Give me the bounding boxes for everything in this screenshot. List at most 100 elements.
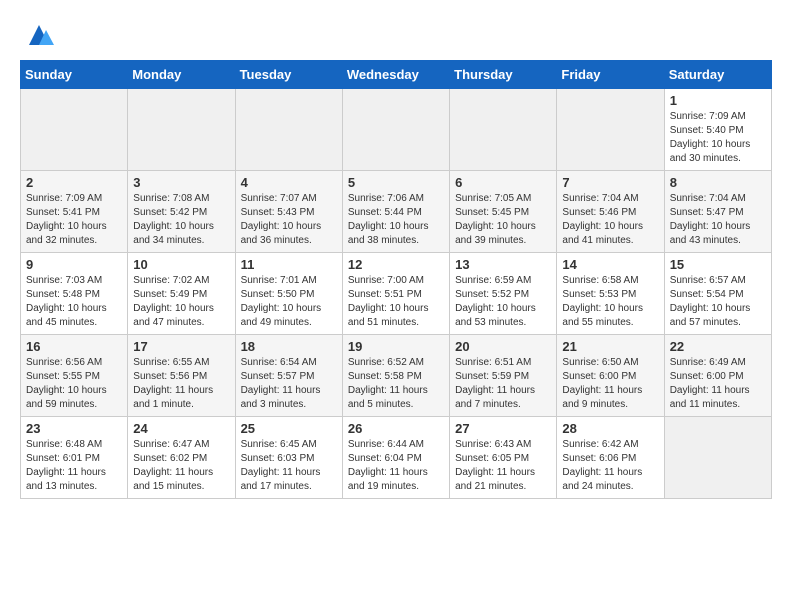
calendar-cell: 1 Sunrise: 7:09 AM Sunset: 5:40 PM Daylig… xyxy=(664,89,771,171)
weekday-header-monday: Monday xyxy=(128,61,235,89)
day-info: Sunrise: 6:54 AM Sunset: 5:57 PM Dayligh… xyxy=(241,356,337,412)
day-info: Sunrise: 7:04 AM Sunset: 5:46 PM Dayligh… xyxy=(562,192,658,248)
day-number: 25 xyxy=(241,421,337,436)
calendar-cell: 19 Sunrise: 6:52 AM Sunset: 5:58 PM Dayli… xyxy=(342,335,449,417)
calendar-cell: 5 Sunrise: 7:06 AM Sunset: 5:44 PM Daylig… xyxy=(342,171,449,253)
day-number: 11 xyxy=(241,257,337,272)
calendar-cell xyxy=(664,417,771,499)
weekday-header-saturday: Saturday xyxy=(664,61,771,89)
calendar-cell: 12 Sunrise: 7:00 AM Sunset: 5:51 PM Dayli… xyxy=(342,253,449,335)
calendar-cell: 16 Sunrise: 6:56 AM Sunset: 5:55 PM Dayli… xyxy=(21,335,128,417)
calendar-cell: 26 Sunrise: 6:44 AM Sunset: 6:04 PM Dayli… xyxy=(342,417,449,499)
day-number: 27 xyxy=(455,421,551,436)
day-number: 12 xyxy=(348,257,444,272)
day-info: Sunrise: 7:01 AM Sunset: 5:50 PM Dayligh… xyxy=(241,274,337,330)
calendar-week-5: 23 Sunrise: 6:48 AM Sunset: 6:01 PM Dayli… xyxy=(21,417,772,499)
calendar-cell xyxy=(450,89,557,171)
day-number: 5 xyxy=(348,175,444,190)
day-number: 4 xyxy=(241,175,337,190)
calendar-cell xyxy=(21,89,128,171)
day-number: 16 xyxy=(26,339,122,354)
calendar-cell: 24 Sunrise: 6:47 AM Sunset: 6:02 PM Dayli… xyxy=(128,417,235,499)
page-header xyxy=(20,20,772,50)
day-number: 22 xyxy=(670,339,766,354)
day-info: Sunrise: 7:03 AM Sunset: 5:48 PM Dayligh… xyxy=(26,274,122,330)
day-info: Sunrise: 6:47 AM Sunset: 6:02 PM Dayligh… xyxy=(133,438,229,494)
calendar-cell: 21Sunrise: 6:50 AM Sunset: 6:00 PM Dayli… xyxy=(557,335,664,417)
day-number: 28 xyxy=(562,421,658,436)
calendar-cell: 3 Sunrise: 7:08 AM Sunset: 5:42 PM Daylig… xyxy=(128,171,235,253)
calendar-table: SundayMondayTuesdayWednesdayThursdayFrid… xyxy=(20,60,772,499)
weekday-header-sunday: Sunday xyxy=(21,61,128,89)
day-info: Sunrise: 6:48 AM Sunset: 6:01 PM Dayligh… xyxy=(26,438,122,494)
day-info: Sunrise: 6:43 AM Sunset: 6:05 PM Dayligh… xyxy=(455,438,551,494)
day-number: 2 xyxy=(26,175,122,190)
calendar-week-4: 16 Sunrise: 6:56 AM Sunset: 5:55 PM Dayli… xyxy=(21,335,772,417)
calendar-cell: 22Sunrise: 6:49 AM Sunset: 6:00 PM Dayli… xyxy=(664,335,771,417)
calendar-cell: 27 Sunrise: 6:43 AM Sunset: 6:05 PM Dayli… xyxy=(450,417,557,499)
weekday-row: SundayMondayTuesdayWednesdayThursdayFrid… xyxy=(21,61,772,89)
logo xyxy=(20,20,54,50)
weekday-header-friday: Friday xyxy=(557,61,664,89)
day-number: 9 xyxy=(26,257,122,272)
calendar-cell: 7 Sunrise: 7:04 AM Sunset: 5:46 PM Daylig… xyxy=(557,171,664,253)
logo-icon xyxy=(24,20,54,50)
day-info: Sunrise: 7:02 AM Sunset: 5:49 PM Dayligh… xyxy=(133,274,229,330)
calendar-cell: 10Sunrise: 7:02 AM Sunset: 5:49 PM Dayli… xyxy=(128,253,235,335)
calendar-cell: 13 Sunrise: 6:59 AM Sunset: 5:52 PM Dayli… xyxy=(450,253,557,335)
calendar-cell xyxy=(235,89,342,171)
day-number: 14 xyxy=(562,257,658,272)
day-info: Sunrise: 6:58 AM Sunset: 5:53 PM Dayligh… xyxy=(562,274,658,330)
calendar-week-1: 1 Sunrise: 7:09 AM Sunset: 5:40 PM Daylig… xyxy=(21,89,772,171)
calendar-cell: 11 Sunrise: 7:01 AM Sunset: 5:50 PM Dayli… xyxy=(235,253,342,335)
day-number: 3 xyxy=(133,175,229,190)
day-info: Sunrise: 6:51 AM Sunset: 5:59 PM Dayligh… xyxy=(455,356,551,412)
calendar-cell: 6Sunrise: 7:05 AM Sunset: 5:45 PM Daylig… xyxy=(450,171,557,253)
calendar-cell: 17 Sunrise: 6:55 AM Sunset: 5:56 PM Dayli… xyxy=(128,335,235,417)
day-info: Sunrise: 7:04 AM Sunset: 5:47 PM Dayligh… xyxy=(670,192,766,248)
calendar-cell xyxy=(128,89,235,171)
calendar-cell: 4 Sunrise: 7:07 AM Sunset: 5:43 PM Daylig… xyxy=(235,171,342,253)
day-number: 23 xyxy=(26,421,122,436)
calendar-week-2: 2Sunrise: 7:09 AM Sunset: 5:41 PM Daylig… xyxy=(21,171,772,253)
day-number: 7 xyxy=(562,175,658,190)
day-info: Sunrise: 7:00 AM Sunset: 5:51 PM Dayligh… xyxy=(348,274,444,330)
day-number: 19 xyxy=(348,339,444,354)
day-number: 17 xyxy=(133,339,229,354)
calendar-cell: 15 Sunrise: 6:57 AM Sunset: 5:54 PM Dayli… xyxy=(664,253,771,335)
day-info: Sunrise: 6:59 AM Sunset: 5:52 PM Dayligh… xyxy=(455,274,551,330)
day-info: Sunrise: 6:44 AM Sunset: 6:04 PM Dayligh… xyxy=(348,438,444,494)
day-info: Sunrise: 6:55 AM Sunset: 5:56 PM Dayligh… xyxy=(133,356,229,412)
calendar-cell: 2Sunrise: 7:09 AM Sunset: 5:41 PM Daylig… xyxy=(21,171,128,253)
day-number: 24 xyxy=(133,421,229,436)
day-number: 8 xyxy=(670,175,766,190)
day-number: 13 xyxy=(455,257,551,272)
day-number: 15 xyxy=(670,257,766,272)
calendar-cell: 23 Sunrise: 6:48 AM Sunset: 6:01 PM Dayli… xyxy=(21,417,128,499)
day-number: 20 xyxy=(455,339,551,354)
day-info: Sunrise: 6:52 AM Sunset: 5:58 PM Dayligh… xyxy=(348,356,444,412)
weekday-header-thursday: Thursday xyxy=(450,61,557,89)
weekday-header-wednesday: Wednesday xyxy=(342,61,449,89)
day-info: Sunrise: 6:57 AM Sunset: 5:54 PM Dayligh… xyxy=(670,274,766,330)
calendar-cell: 9 Sunrise: 7:03 AM Sunset: 5:48 PM Daylig… xyxy=(21,253,128,335)
calendar-cell: 25Sunrise: 6:45 AM Sunset: 6:03 PM Dayli… xyxy=(235,417,342,499)
calendar-week-3: 9 Sunrise: 7:03 AM Sunset: 5:48 PM Daylig… xyxy=(21,253,772,335)
calendar-cell xyxy=(342,89,449,171)
day-info: Sunrise: 7:09 AM Sunset: 5:40 PM Dayligh… xyxy=(670,110,766,166)
calendar-body: 1 Sunrise: 7:09 AM Sunset: 5:40 PM Daylig… xyxy=(21,89,772,499)
calendar-cell: 20 Sunrise: 6:51 AM Sunset: 5:59 PM Dayli… xyxy=(450,335,557,417)
day-number: 1 xyxy=(670,93,766,108)
day-number: 26 xyxy=(348,421,444,436)
calendar-cell xyxy=(557,89,664,171)
day-info: Sunrise: 7:05 AM Sunset: 5:45 PM Dayligh… xyxy=(455,192,551,248)
calendar-cell: 18Sunrise: 6:54 AM Sunset: 5:57 PM Dayli… xyxy=(235,335,342,417)
day-info: Sunrise: 6:56 AM Sunset: 5:55 PM Dayligh… xyxy=(26,356,122,412)
day-info: Sunrise: 7:08 AM Sunset: 5:42 PM Dayligh… xyxy=(133,192,229,248)
calendar-header: SundayMondayTuesdayWednesdayThursdayFrid… xyxy=(21,61,772,89)
calendar-cell: 14 Sunrise: 6:58 AM Sunset: 5:53 PM Dayli… xyxy=(557,253,664,335)
day-info: Sunrise: 6:42 AM Sunset: 6:06 PM Dayligh… xyxy=(562,438,658,494)
day-info: Sunrise: 7:07 AM Sunset: 5:43 PM Dayligh… xyxy=(241,192,337,248)
day-info: Sunrise: 7:06 AM Sunset: 5:44 PM Dayligh… xyxy=(348,192,444,248)
weekday-header-tuesday: Tuesday xyxy=(235,61,342,89)
